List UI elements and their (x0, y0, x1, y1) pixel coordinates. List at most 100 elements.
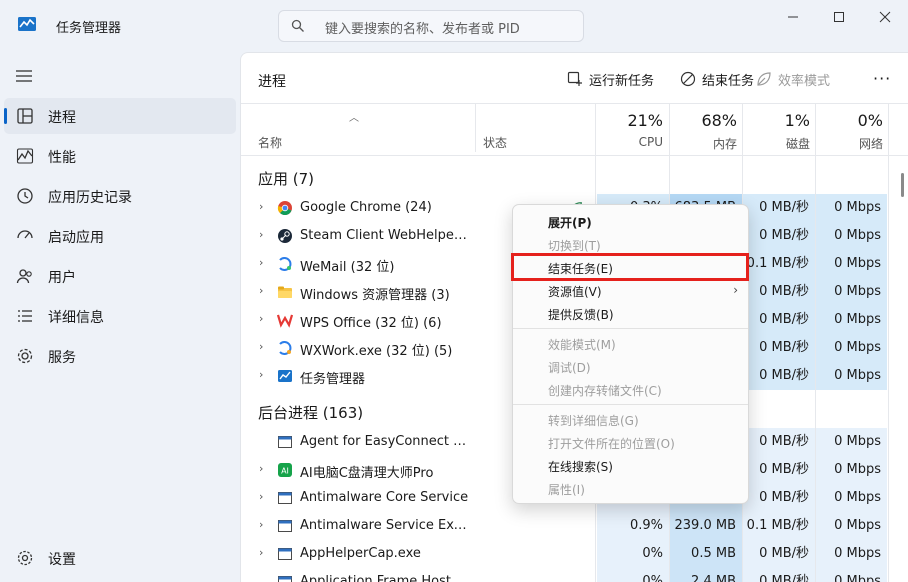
app-window-icon (278, 436, 292, 448)
column-header-status[interactable]: 状态 (483, 134, 507, 151)
memory-total: 68% (701, 111, 737, 130)
cpu-cell: 0% (597, 540, 669, 568)
disk-cell: 0 MB/秒 (743, 334, 815, 362)
scrollbar-thumb[interactable] (901, 173, 904, 197)
wps-icon (277, 314, 293, 328)
network-total: 0% (857, 111, 883, 130)
mem-cell: 0.5 MB (670, 540, 742, 568)
process-name: Agent for EasyConnect (32 ... (300, 434, 470, 449)
menu-item-resource-values[interactable]: 资源值(V) › (513, 280, 750, 302)
settings-label: 设置 (48, 552, 76, 568)
sidebar-item-users[interactable]: 用户 (4, 258, 236, 294)
disk-cell: 0 MB/秒 (743, 306, 815, 334)
minimize-icon (788, 16, 798, 18)
sidebar-item-performance[interactable]: 性能 (4, 138, 236, 174)
sidebar-item-processes[interactable]: 进程 (4, 98, 236, 134)
column-header-memory[interactable]: 内存 (675, 135, 737, 152)
menu-item-feedback[interactable]: 提供反馈(B) (513, 303, 750, 325)
sidebar-item-services[interactable]: 服务 (4, 338, 236, 374)
wxwork-icon (279, 341, 292, 355)
disk-cell: 0 MB/秒 (743, 222, 815, 250)
settings-gear-icon (17, 550, 33, 566)
efficiency-mode-button[interactable]: 效率模式 (756, 68, 830, 90)
hamburger-menu-icon[interactable] (14, 68, 34, 84)
menu-item-label: 在线搜索(S) (548, 460, 613, 474)
chevron-right-icon[interactable]: › (259, 200, 267, 214)
end-task-button[interactable]: 结束任务 (680, 68, 754, 90)
net-cell: 0 Mbps (816, 540, 887, 568)
net-cell: 0 Mbps (816, 306, 887, 334)
net-cell: 0 Mbps (816, 456, 887, 484)
net-cell: 0 Mbps (816, 484, 887, 512)
disk-cell: 0 MB/秒 (743, 568, 815, 582)
chevron-right-icon[interactable]: › (259, 228, 267, 242)
menu-item-search-online[interactable]: 在线搜索(S) (513, 455, 750, 477)
disk-cell: 0 MB/秒 (743, 428, 815, 456)
sidebar-item-label: 性能 (48, 150, 76, 166)
sidebar-item-label: 服务 (48, 350, 76, 366)
menu-item-efficiency-mode[interactable]: 效能模式(M) (513, 333, 750, 355)
search-placeholder: 键入要搜索的名称、发布者或 PID (325, 22, 520, 37)
menu-item-label: 提供反馈(B) (548, 308, 614, 322)
menu-item-label: 效能模式(M) (548, 338, 616, 352)
chevron-right-icon[interactable]: › (259, 546, 267, 560)
sidebar-item-label: 启动应用 (48, 230, 104, 246)
sidebar-item-startup[interactable]: 启动应用 (4, 218, 236, 254)
more-options-button[interactable]: ··· (873, 69, 891, 88)
chevron-right-icon[interactable]: › (259, 256, 267, 270)
end-task-icon (680, 71, 696, 87)
run-new-task-button[interactable]: 运行新任务 (567, 68, 654, 90)
sidebar-item-settings[interactable]: 设置 (4, 540, 236, 576)
process-row[interactable]: 0% 0.5 MB 0 MB/秒 0 Mbps › AppHelperCap.exe (241, 540, 908, 568)
disk-cell: 0 MB/秒 (743, 540, 815, 568)
menu-item-create-dump[interactable]: 创建内存转储文件(C) (513, 379, 750, 401)
process-name: Antimalware Service Executable (300, 518, 470, 533)
chevron-right-icon[interactable]: › (259, 284, 267, 298)
menu-item-label: 展开(P) (548, 216, 592, 230)
chevron-right-icon[interactable]: › (259, 368, 267, 382)
users-icon (16, 269, 32, 284)
process-name: WXWork.exe (32 位) (5) (300, 344, 453, 359)
menu-item-open-file-location[interactable]: 打开文件所在的位置(O) (513, 432, 750, 454)
run-new-task-icon (567, 71, 582, 86)
process-name: Google Chrome (24) (300, 200, 432, 215)
menu-item-expand[interactable]: 展开(P) (513, 211, 750, 233)
menu-item-debug[interactable]: 调试(D) (513, 356, 750, 378)
process-row[interactable]: 0% 2.4 MB 0 MB/秒 0 Mbps Application Frame Ho… (241, 568, 908, 582)
sidebar: 进程 性能 应用历史记录 启动应用 用户 详细信息 服务 设置 (0, 48, 240, 582)
process-row[interactable]: 0.9% 239.0 MB 0.1 MB/秒 0 Mbps › Antimalware S… (241, 512, 908, 540)
app-window-icon (278, 576, 292, 582)
menu-item-label: 转到详细信息(G) (548, 414, 639, 428)
sidebar-item-label: 应用历史记录 (48, 190, 132, 206)
chevron-right-icon[interactable]: › (259, 462, 267, 476)
chevron-right-icon[interactable]: › (259, 312, 267, 326)
startup-icon (17, 230, 33, 239)
sidebar-item-app-history[interactable]: 应用历史记录 (4, 178, 236, 214)
column-header-cpu[interactable]: CPU (601, 135, 663, 149)
steam-icon (278, 229, 292, 243)
chevron-right-icon[interactable]: › (259, 340, 267, 354)
section-header-background: 后台进程 (163) (258, 404, 364, 422)
menu-item-properties[interactable]: 属性(I) (513, 478, 750, 500)
column-header-network[interactable]: 网络 (821, 135, 883, 152)
chevron-right-icon[interactable]: › (259, 518, 267, 532)
sidebar-item-details[interactable]: 详细信息 (4, 298, 236, 334)
close-button[interactable] (862, 6, 908, 28)
search-input[interactable]: 键入要搜索的名称、发布者或 PID (278, 10, 584, 42)
net-cell: 0 Mbps (816, 512, 887, 540)
disk-cell: 0 MB/秒 (743, 362, 815, 390)
app-history-icon (17, 188, 33, 204)
taskmgr-icon (278, 370, 292, 382)
disk-cell: 0 MB/秒 (743, 484, 815, 512)
maximize-icon (834, 12, 844, 22)
processes-icon (17, 108, 33, 124)
menu-separator (513, 328, 748, 329)
menu-item-go-to-details[interactable]: 转到详细信息(G) (513, 409, 750, 431)
minimize-button[interactable] (770, 6, 816, 28)
maximize-button[interactable] (816, 6, 862, 28)
svg-text:AI: AI (281, 467, 289, 476)
net-cell: 0 Mbps (816, 278, 887, 306)
column-header-disk[interactable]: 磁盘 (748, 135, 810, 152)
column-header-name[interactable]: 名称 (258, 134, 282, 151)
chevron-right-icon[interactable]: › (259, 490, 267, 504)
